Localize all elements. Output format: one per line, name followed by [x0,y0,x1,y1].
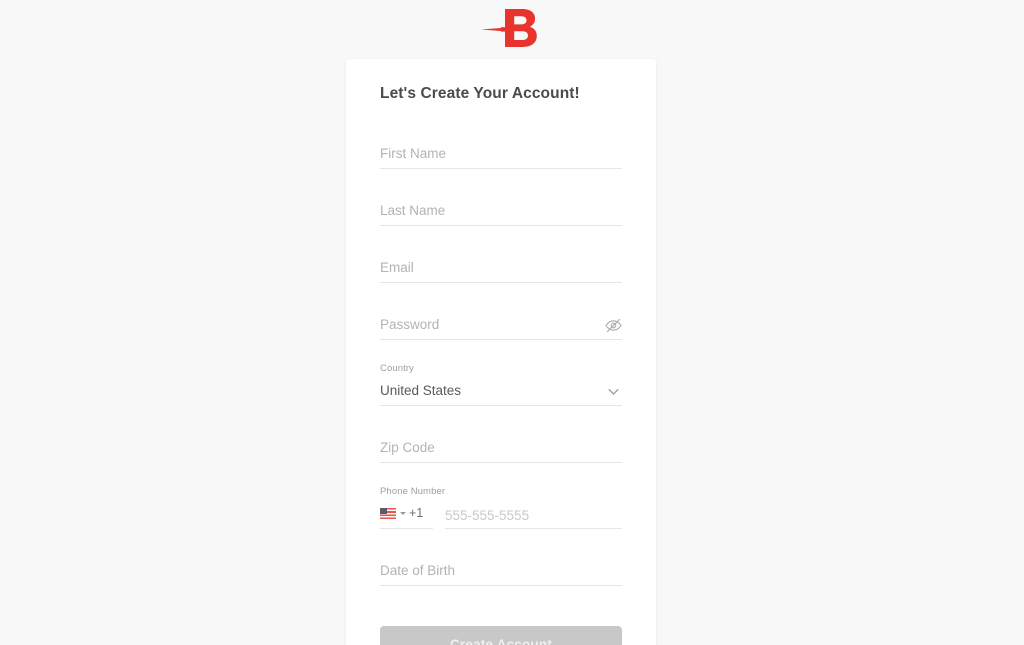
zip-code-field[interactable]: Zip Code [380,430,622,463]
date-of-birth-placeholder: Date of Birth [380,562,456,578]
phone-number-group: Phone Number +1 555-555-5555 [380,487,622,529]
phone-number-placeholder: 555-555-5555 [445,508,530,523]
email-placeholder: Email [380,259,414,275]
last-name-field[interactable]: Last Name [380,193,622,226]
country-code-select[interactable]: +1 [380,503,433,529]
eye-off-icon[interactable] [604,316,622,334]
signup-card: Let's Create Your Account! First Name La… [346,59,656,645]
first-name-placeholder: First Name [380,145,447,161]
dial-code: +1 [409,506,424,521]
chevron-down-icon[interactable] [604,382,622,400]
last-name-placeholder: Last Name [380,202,446,218]
phone-number-input[interactable]: 555-555-5555 [445,503,622,529]
us-flag-icon [380,508,396,519]
create-account-button[interactable]: Create Account [380,626,622,645]
country-label: Country [380,363,414,374]
phone-number-label: Phone Number [380,486,446,497]
brand-header [0,0,1024,59]
country-value: United States [380,383,462,398]
first-name-field[interactable]: First Name [380,136,622,169]
caret-down-icon [400,512,406,515]
page-title: Let's Create Your Account! [380,85,580,102]
country-select[interactable]: Country United States [380,364,622,406]
date-of-birth-field[interactable]: Date of Birth [380,553,622,586]
zip-code-placeholder: Zip Code [380,439,435,455]
email-field[interactable]: Email [380,250,622,283]
b-logo [479,7,549,53]
password-placeholder: Password [380,316,440,332]
password-field[interactable]: Password [380,307,622,340]
signup-page: Let's Create Your Account! First Name La… [0,0,1024,645]
